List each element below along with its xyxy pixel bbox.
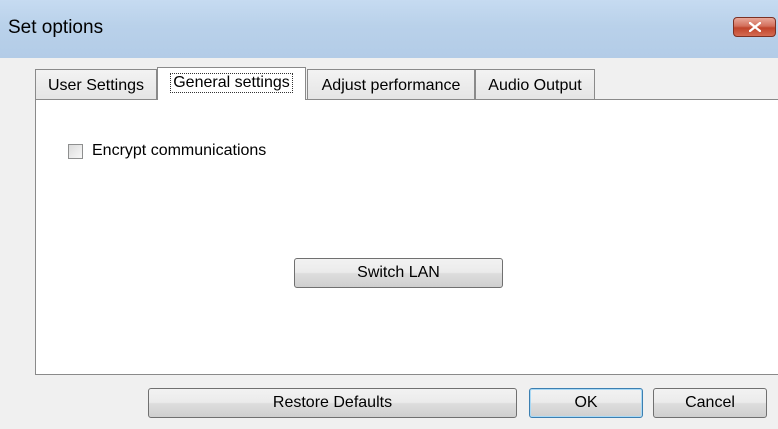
tab-user-settings[interactable]: User Settings	[35, 69, 157, 99]
close-icon	[749, 22, 761, 32]
tab-label: Audio Output	[488, 77, 582, 94]
window-title: Set options	[8, 17, 104, 38]
tab-label: Adjust performance	[321, 77, 461, 94]
set-options-dialog: Set options User Settings General settin…	[0, 0, 778, 429]
close-button[interactable]	[733, 17, 776, 37]
encrypt-communications-label[interactable]: Encrypt communications	[92, 142, 266, 160]
tab-label: General settings	[170, 73, 293, 93]
tab-label: User Settings	[47, 77, 145, 94]
cancel-button[interactable]: Cancel	[653, 388, 767, 418]
encrypt-communications-checkbox[interactable]	[68, 144, 83, 159]
general-settings-panel: Encrypt communications Switch LAN	[35, 99, 778, 375]
restore-defaults-button[interactable]: Restore Defaults	[148, 388, 517, 418]
tab-general-settings[interactable]: General settings	[157, 67, 306, 100]
title-bar: Set options	[0, 0, 778, 58]
tab-adjust-performance[interactable]: Adjust performance	[307, 69, 475, 99]
switch-lan-button[interactable]: Switch LAN	[294, 258, 503, 288]
ok-button[interactable]: OK	[529, 388, 643, 418]
tab-audio-output[interactable]: Audio Output	[475, 69, 595, 99]
